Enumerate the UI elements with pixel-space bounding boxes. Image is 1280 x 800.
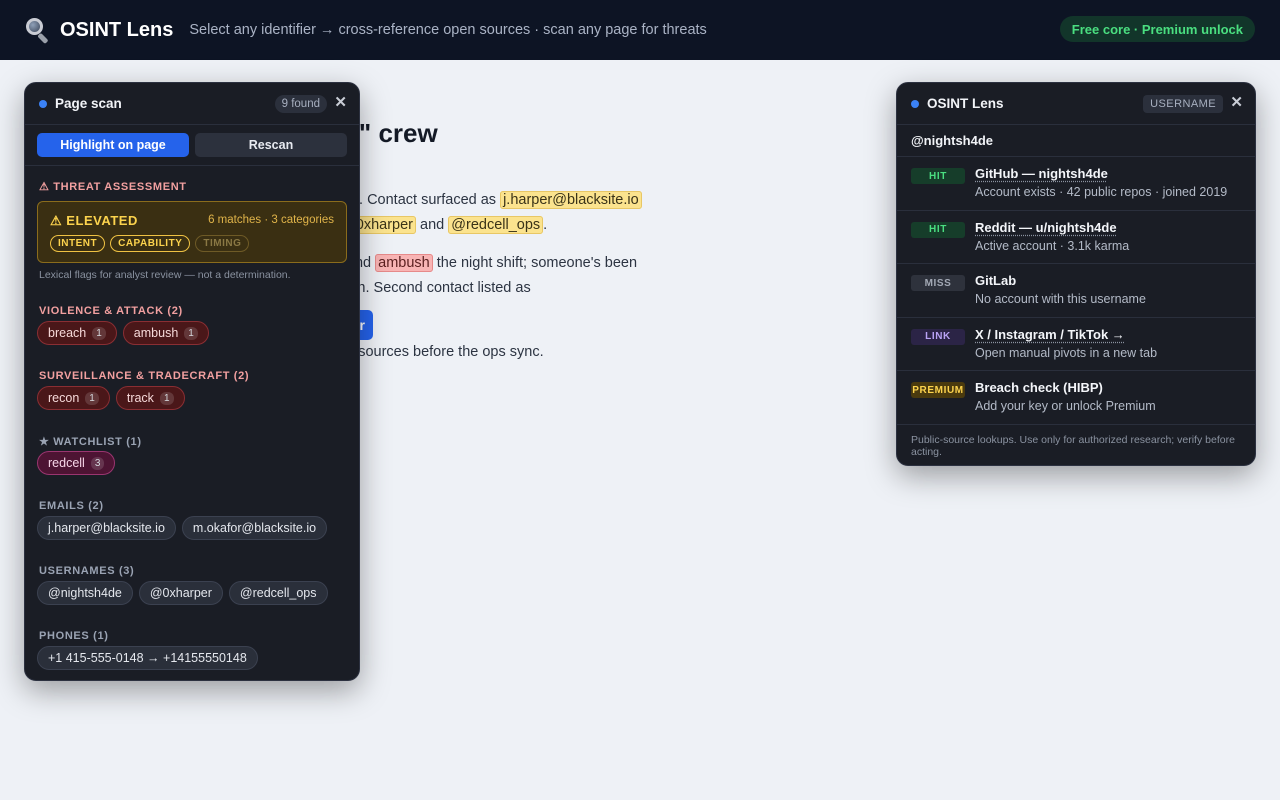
result-status-tag: HIT bbox=[911, 221, 965, 238]
term-chip[interactable]: breach 1 bbox=[37, 321, 117, 345]
username-chips: @nightsh4de @0xharper @redcell_ops bbox=[37, 581, 328, 605]
watchlist-chips: redcell 3 bbox=[37, 451, 116, 475]
phone-chips: +1 415-555-0148 → +14155550148 bbox=[37, 646, 258, 670]
chip-count: 3 bbox=[90, 456, 105, 470]
violence-chips: breach 1 ambush 1 bbox=[37, 321, 209, 345]
violence-heading: VIOLENCE & ATTACK (2) bbox=[39, 305, 183, 317]
result-status-tag: HIT bbox=[911, 168, 965, 184]
highlighted-threat-term[interactable]: ambush bbox=[375, 254, 433, 272]
osint-lens-panel: OSINT Lens USERNAME ✕ @nightsh4de HIT Gi… bbox=[896, 82, 1256, 466]
category-tag-capability: CAPABILITY bbox=[110, 235, 191, 252]
result-description: Open manual pivots in a new tab bbox=[975, 345, 1158, 360]
highlighted-username[interactable]: @redcell_ops bbox=[448, 216, 544, 234]
phones-heading: PHONES (1) bbox=[39, 630, 109, 642]
text-span: the night shift; someone's been bbox=[432, 255, 638, 271]
watchlist-heading: ★ WATCHLIST (1) bbox=[39, 436, 142, 448]
disclaimer-note: Lexical flags for analyst review — not a… bbox=[39, 269, 291, 281]
highlight-on-page-button[interactable]: Highlight on page bbox=[37, 133, 189, 157]
article-line: , @0xharper and @redcell_ops. bbox=[330, 214, 547, 236]
panel-header: OSINT Lens USERNAME ✕ bbox=[897, 83, 1255, 125]
lens-footnote: Public-source lookups. Use only for auth… bbox=[911, 434, 1235, 458]
threat-assessment-card: ⚠ ELEVATED 6 matches · 3 categories INTE… bbox=[37, 201, 347, 263]
username-chip[interactable]: @redcell_ops bbox=[228, 581, 328, 605]
emails-heading: EMAILS (2) bbox=[39, 500, 104, 512]
term-chip[interactable]: redcell 3 bbox=[37, 451, 116, 475]
panel-header: Page scan 9 found ✕ bbox=[25, 83, 359, 125]
result-row[interactable]: PREMIUM Breach check (HIBP) Add your key… bbox=[897, 371, 1255, 425]
chip-count: 1 bbox=[159, 391, 174, 405]
result-title[interactable]: Breach check (HIBP) bbox=[975, 380, 1103, 395]
email-chip[interactable]: j.harper@blacksite.io bbox=[37, 516, 176, 540]
phone-chip[interactable]: +1 415-555-0148 → +14155550148 bbox=[37, 646, 258, 670]
text-span: and bbox=[416, 217, 449, 233]
found-count-badge: 9 found bbox=[274, 95, 327, 113]
article-line: er and ambush the night shift; someone's… bbox=[330, 252, 637, 274]
chip-label: recon bbox=[48, 391, 80, 405]
close-icon[interactable]: ✕ bbox=[334, 94, 347, 112]
chip-label: ambush bbox=[133, 326, 179, 340]
email-chips: j.harper@blacksite.io m.okafor@blacksite… bbox=[37, 516, 328, 540]
chip-count: 1 bbox=[92, 326, 106, 340]
close-icon[interactable]: ✕ bbox=[1230, 94, 1243, 112]
usernames-heading: USERNAMES (3) bbox=[39, 565, 135, 577]
status-dot bbox=[39, 99, 47, 108]
surveillance-chips: recon 1 track 1 bbox=[37, 386, 185, 410]
result-description: Active account · 3.1k karma bbox=[975, 238, 1130, 253]
chip-label: track bbox=[126, 391, 154, 405]
article-line: tation. Second contact listed as bbox=[330, 280, 531, 296]
panel-title: Page scan bbox=[55, 96, 122, 111]
scan-actions: Highlight on page Rescan bbox=[25, 125, 359, 166]
chip-label: redcell bbox=[48, 456, 85, 470]
highlighted-email[interactable]: j.harper@blacksite.io bbox=[500, 191, 642, 209]
rescan-button[interactable]: Rescan bbox=[195, 133, 347, 157]
result-status-tag: LINK bbox=[911, 328, 965, 345]
top-bar: OSINT Lens Select any identifier → cross… bbox=[0, 0, 1280, 60]
magnifier-icon bbox=[24, 17, 50, 45]
threat-assessment-heading: ⚠ THREAT ASSESSMENT bbox=[39, 181, 187, 193]
page-scan-panel: Page scan 9 found ✕ Highlight on page Re… bbox=[24, 82, 360, 681]
chip-label: breach bbox=[48, 326, 87, 340]
panel-title: OSINT Lens bbox=[927, 96, 1004, 111]
chip-count: 1 bbox=[184, 326, 198, 340]
threat-meta: 6 matches · 3 categories bbox=[208, 214, 334, 226]
result-description: Add your key or unlock Premium bbox=[975, 399, 1156, 413]
category-tag-timing: TIMING bbox=[195, 235, 250, 252]
article-line: roup. Contact surfaced as j.harper@black… bbox=[330, 189, 642, 211]
threat-level: ⚠ ELEVATED bbox=[50, 213, 138, 228]
result-title[interactable]: GitHub — nightsh4de bbox=[975, 166, 1108, 181]
term-chip[interactable]: ambush 1 bbox=[122, 321, 209, 345]
threat-categories: INTENT CAPABILITY TIMING bbox=[50, 235, 250, 252]
status-dot bbox=[911, 99, 919, 108]
email-chip[interactable]: m.okafor@blacksite.io bbox=[181, 516, 328, 540]
brand-title: OSINT Lens bbox=[60, 18, 174, 41]
result-title[interactable]: Reddit — u/nightsh4de bbox=[975, 220, 1117, 235]
surveillance-heading: SURVEILLANCE & TRADECRAFT (2) bbox=[39, 370, 250, 382]
query-identifier: @nightsh4de bbox=[897, 125, 1255, 157]
result-status-tag: MISS bbox=[911, 275, 965, 291]
text-span: . bbox=[543, 217, 548, 233]
identifier-type-badge: USERNAME bbox=[1143, 95, 1223, 113]
term-chip[interactable]: track 1 bbox=[115, 386, 185, 410]
chip-count: 1 bbox=[85, 391, 99, 405]
term-chip[interactable]: recon 1 bbox=[37, 386, 110, 410]
article-line: pen sources before the ops sync. bbox=[330, 344, 544, 360]
result-row: MISS GitLab No account with this usernam… bbox=[897, 264, 1255, 318]
result-row[interactable]: LINK X / Instagram / TikTok → Open manua… bbox=[897, 318, 1255, 371]
result-title: GitLab bbox=[975, 273, 1017, 288]
result-status-tag: PREMIUM bbox=[911, 382, 965, 398]
result-row[interactable]: HIT Reddit — u/nightsh4de Active account… bbox=[897, 211, 1255, 264]
result-description: No account with this username bbox=[975, 292, 1146, 306]
pricing-badge[interactable]: Free core · Premium unlock bbox=[1059, 16, 1255, 42]
result-description: Account exists · 42 public repos · joine… bbox=[975, 185, 1228, 199]
result-title[interactable]: X / Instagram / TikTok → bbox=[975, 327, 1125, 342]
tagline: Select any identifier → cross-reference … bbox=[189, 22, 707, 38]
category-tag-intent: INTENT bbox=[50, 235, 106, 252]
username-chip[interactable]: @0xharper bbox=[138, 581, 223, 605]
result-row[interactable]: HIT GitHub — nightsh4de Account exists ·… bbox=[897, 157, 1255, 211]
username-chip[interactable]: @nightsh4de bbox=[37, 581, 133, 605]
